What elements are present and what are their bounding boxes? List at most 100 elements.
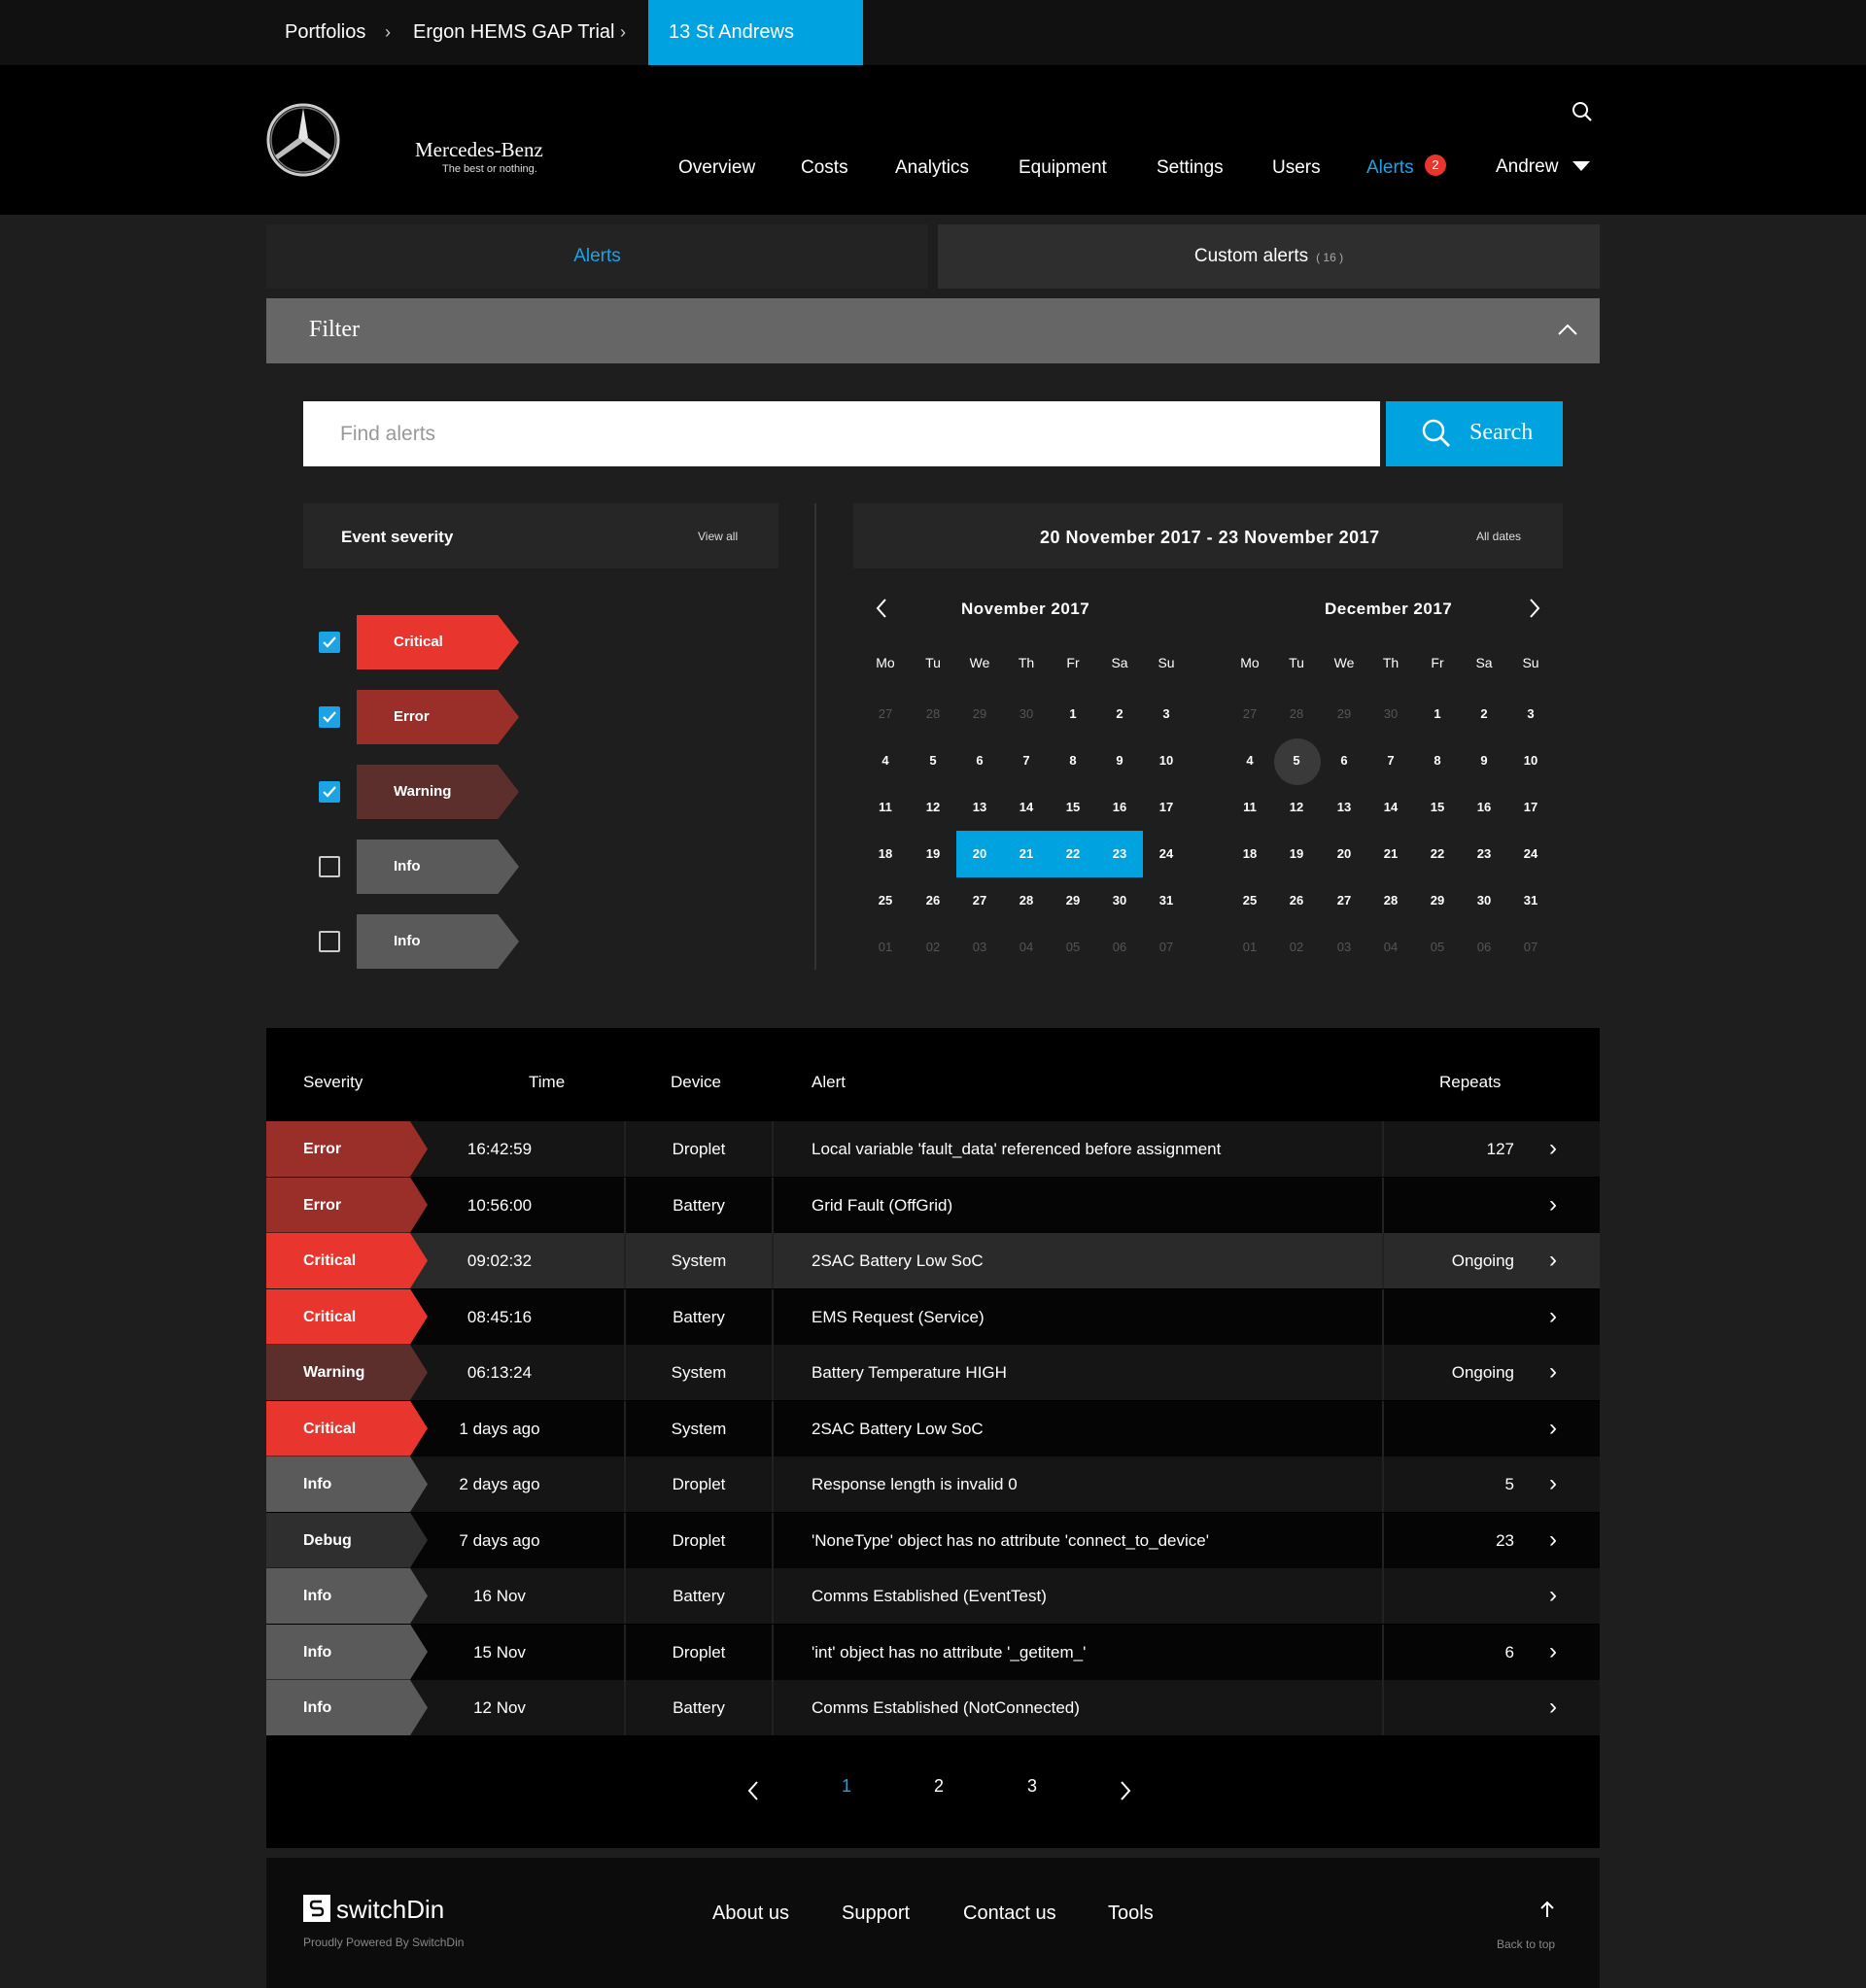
calendar-day[interactable]: 07 bbox=[1507, 924, 1554, 971]
calendar-day[interactable]: 29 bbox=[1321, 691, 1367, 737]
pagination-prev-icon[interactable] bbox=[746, 1780, 760, 1801]
severity-tag[interactable]: Info bbox=[357, 840, 519, 894]
calendar-day[interactable]: 1 bbox=[1414, 691, 1461, 737]
calendar-day[interactable]: 16 bbox=[1096, 784, 1143, 831]
nav-costs[interactable]: Costs bbox=[801, 155, 848, 183]
pagination-next-icon[interactable] bbox=[1119, 1780, 1132, 1801]
chevron-up-icon[interactable] bbox=[1557, 323, 1578, 336]
calendar-day[interactable]: 9 bbox=[1461, 737, 1507, 784]
footer-contact-us[interactable]: Contact us bbox=[963, 1902, 1056, 1925]
calendar-day[interactable]: 11 bbox=[862, 784, 909, 831]
calendar-day[interactable]: 30 bbox=[1003, 691, 1050, 737]
calendar-day[interactable]: 5 bbox=[1273, 737, 1320, 784]
chevron-right-icon[interactable]: › bbox=[1549, 1121, 1557, 1177]
calendar-day[interactable]: 01 bbox=[862, 924, 909, 971]
switchdin-logo-icon[interactable] bbox=[303, 1895, 330, 1922]
table-row[interactable]: Error 10:56:00 Battery Grid Fault (OffGrid)… bbox=[266, 1177, 1600, 1233]
chevron-right-icon[interactable]: › bbox=[1549, 1625, 1557, 1680]
chevron-right-icon[interactable]: › bbox=[1549, 1457, 1557, 1512]
arrow-up-icon[interactable] bbox=[1539, 1901, 1555, 1918]
calendar-day[interactable]: 17 bbox=[1143, 784, 1190, 831]
chevron-right-icon[interactable]: › bbox=[1549, 1345, 1557, 1400]
footer-support[interactable]: Support bbox=[842, 1902, 910, 1925]
calendar-day[interactable]: 18 bbox=[1227, 831, 1273, 877]
calendar-day[interactable]: 04 bbox=[1003, 924, 1050, 971]
calendar-day[interactable]: 27 bbox=[956, 877, 1003, 924]
calendar-day[interactable]: 1 bbox=[1050, 691, 1096, 737]
calendar-day[interactable]: 27 bbox=[862, 691, 909, 737]
calendar-day[interactable]: 3 bbox=[1143, 691, 1190, 737]
calendar-day[interactable]: 4 bbox=[862, 737, 909, 784]
calendar-day[interactable]: 20 bbox=[956, 831, 1003, 877]
calendar-day[interactable]: 9 bbox=[1096, 737, 1143, 784]
calendar-day[interactable]: 17 bbox=[1507, 784, 1554, 831]
calendar-day[interactable]: 19 bbox=[1273, 831, 1320, 877]
calendar-day[interactable]: 25 bbox=[1227, 877, 1273, 924]
calendar-day[interactable]: 07 bbox=[1143, 924, 1190, 971]
calendar-day[interactable]: 06 bbox=[1461, 924, 1507, 971]
calendar-day[interactable]: 31 bbox=[1507, 877, 1554, 924]
user-menu[interactable]: Andrew bbox=[1496, 154, 1558, 182]
severity-tag[interactable]: Error bbox=[357, 690, 519, 744]
table-row[interactable]: Critical 09:02:32 System 2SAC Battery Low S… bbox=[266, 1233, 1600, 1288]
calendar-day[interactable]: 24 bbox=[1507, 831, 1554, 877]
calendar-day[interactable]: 7 bbox=[1367, 737, 1414, 784]
severity-tag[interactable]: Critical bbox=[357, 615, 519, 669]
calendar-day[interactable]: 29 bbox=[1414, 877, 1461, 924]
calendar-day[interactable]: 15 bbox=[1050, 784, 1096, 831]
search-icon[interactable] bbox=[1572, 101, 1593, 122]
calendar-day[interactable]: 02 bbox=[910, 924, 956, 971]
calendar-day[interactable]: 8 bbox=[1050, 737, 1096, 784]
table-row[interactable]: Error 16:42:59 Droplet Local variable 'faul… bbox=[266, 1121, 1600, 1177]
calendar-day[interactable]: 5 bbox=[910, 737, 956, 784]
calendar-day[interactable]: 23 bbox=[1096, 831, 1143, 877]
calendar-day[interactable]: 05 bbox=[1050, 924, 1096, 971]
table-row[interactable]: Critical 08:45:16 Battery EMS Request (Serv… bbox=[266, 1288, 1600, 1345]
view-all-link[interactable]: View all bbox=[698, 530, 738, 543]
calendar-day[interactable]: 14 bbox=[1367, 784, 1414, 831]
calendar-day[interactable]: 25 bbox=[862, 877, 909, 924]
severity-tag[interactable]: Info bbox=[357, 914, 519, 969]
tab-alerts[interactable]: Alerts bbox=[266, 224, 928, 289]
nav-users[interactable]: Users bbox=[1272, 155, 1321, 183]
nav-alerts[interactable]: Alerts bbox=[1366, 155, 1414, 183]
calendar-day[interactable]: 30 bbox=[1461, 877, 1507, 924]
calendar-day[interactable]: 12 bbox=[910, 784, 956, 831]
mercedes-star-logo[interactable] bbox=[264, 101, 342, 179]
column-header-severity[interactable]: Severity bbox=[303, 1073, 363, 1092]
page-2[interactable]: 2 bbox=[934, 1776, 944, 1797]
calendar-day[interactable]: 22 bbox=[1050, 831, 1096, 877]
table-row[interactable]: Info 2 days ago Droplet Response length is … bbox=[266, 1457, 1600, 1512]
footer-tools[interactable]: Tools bbox=[1108, 1902, 1154, 1925]
calendar-day[interactable]: 28 bbox=[1367, 877, 1414, 924]
nav-settings[interactable]: Settings bbox=[1157, 155, 1224, 183]
breadcrumb-trial[interactable]: Ergon HEMS GAP Trial bbox=[413, 0, 614, 65]
calendar-day[interactable]: 21 bbox=[1003, 831, 1050, 877]
table-row[interactable]: Warning 06:13:24 System Battery Temperature… bbox=[266, 1345, 1600, 1400]
column-header-alert[interactable]: Alert bbox=[812, 1073, 846, 1092]
all-dates-link[interactable]: All dates bbox=[1476, 530, 1521, 543]
calendar-day[interactable]: 28 bbox=[1003, 877, 1050, 924]
column-header-time[interactable]: Time bbox=[529, 1073, 565, 1092]
chevron-left-icon[interactable] bbox=[875, 598, 888, 619]
chevron-right-icon[interactable]: › bbox=[1549, 1568, 1557, 1624]
calendar-day[interactable]: 20 bbox=[1321, 831, 1367, 877]
calendar-day[interactable]: 8 bbox=[1414, 737, 1461, 784]
calendar-day[interactable]: 05 bbox=[1414, 924, 1461, 971]
caret-down-icon[interactable] bbox=[1572, 161, 1590, 171]
calendar-day[interactable]: 6 bbox=[1321, 737, 1367, 784]
table-row[interactable]: Info 15 Nov Droplet 'int' object has no att… bbox=[266, 1624, 1600, 1680]
calendar-day[interactable]: 22 bbox=[1414, 831, 1461, 877]
calendar-day[interactable]: 18 bbox=[862, 831, 909, 877]
calendar-day[interactable]: 31 bbox=[1143, 877, 1190, 924]
calendar-day[interactable]: 19 bbox=[910, 831, 956, 877]
calendar-day[interactable]: 29 bbox=[956, 691, 1003, 737]
table-row[interactable]: Debug 7 days ago Droplet 'NoneType' object … bbox=[266, 1512, 1600, 1568]
calendar-day[interactable]: 12 bbox=[1273, 784, 1320, 831]
calendar-day[interactable]: 30 bbox=[1367, 691, 1414, 737]
calendar-day[interactable]: 26 bbox=[910, 877, 956, 924]
calendar-day[interactable]: 13 bbox=[1321, 784, 1367, 831]
calendar-day[interactable]: 14 bbox=[1003, 784, 1050, 831]
chevron-right-icon[interactable]: › bbox=[1549, 1401, 1557, 1457]
calendar-day[interactable]: 29 bbox=[1050, 877, 1096, 924]
